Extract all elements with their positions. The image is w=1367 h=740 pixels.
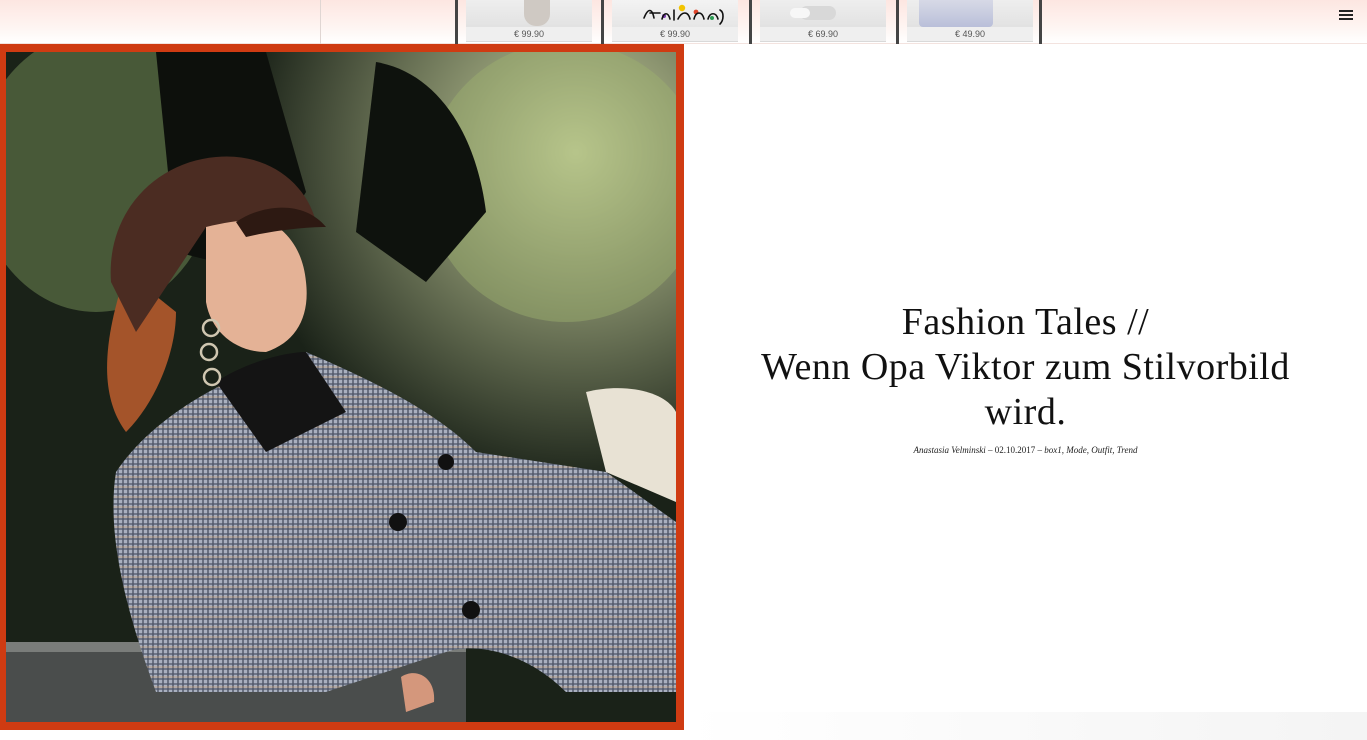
category-link[interactable]: Outfit: [1091, 445, 1112, 455]
title-line[interactable]: wird.: [684, 390, 1367, 435]
product-card[interactable]: € 69.90: [749, 0, 895, 44]
product-thumbnail[interactable]: [466, 0, 592, 27]
site-logo[interactable]: [638, 2, 730, 26]
title-line[interactable]: Fashion Tales //: [684, 300, 1367, 345]
article-title[interactable]: Fashion Tales // Wenn Opa Viktor zum Sti…: [684, 300, 1367, 435]
hero-photo[interactable]: [6, 52, 676, 722]
meta-separator: –: [1035, 445, 1045, 455]
hamburger-menu-icon[interactable]: [1336, 6, 1356, 22]
hero-image-frame[interactable]: [0, 44, 684, 730]
product-price: € 99.90: [612, 27, 738, 42]
product-price: € 69.90: [760, 27, 886, 42]
category-link[interactable]: box1: [1044, 445, 1062, 455]
product-price: € 49.90: [907, 27, 1033, 42]
bottom-shade: [684, 712, 1367, 740]
author-link[interactable]: Anastasia Velminski: [914, 445, 986, 455]
category-link[interactable]: Trend: [1117, 445, 1138, 455]
fashion-photo-illustration: [6, 52, 676, 722]
product-thumbnail[interactable]: [907, 0, 1033, 27]
article-header: Fashion Tales // Wenn Opa Viktor zum Sti…: [684, 300, 1367, 455]
bar-divider: [320, 0, 321, 44]
article-meta: Anastasia Velminski – 02.10.2017 – box1,…: [913, 445, 1138, 455]
top-product-bar: € 99.90 € 99.90 € 69.90 € 49.90: [0, 0, 1367, 44]
title-line[interactable]: Wenn Opa Viktor zum Stilvorbild: [684, 345, 1367, 390]
article-date: 02.10.2017: [994, 445, 1036, 455]
meta-separator: –: [985, 445, 995, 455]
category-link[interactable]: Mode: [1066, 445, 1087, 455]
product-thumbnail[interactable]: [760, 0, 886, 27]
product-card[interactable]: € 49.90: [896, 0, 1042, 44]
product-card[interactable]: € 99.90: [455, 0, 601, 44]
product-price: € 99.90: [466, 27, 592, 42]
